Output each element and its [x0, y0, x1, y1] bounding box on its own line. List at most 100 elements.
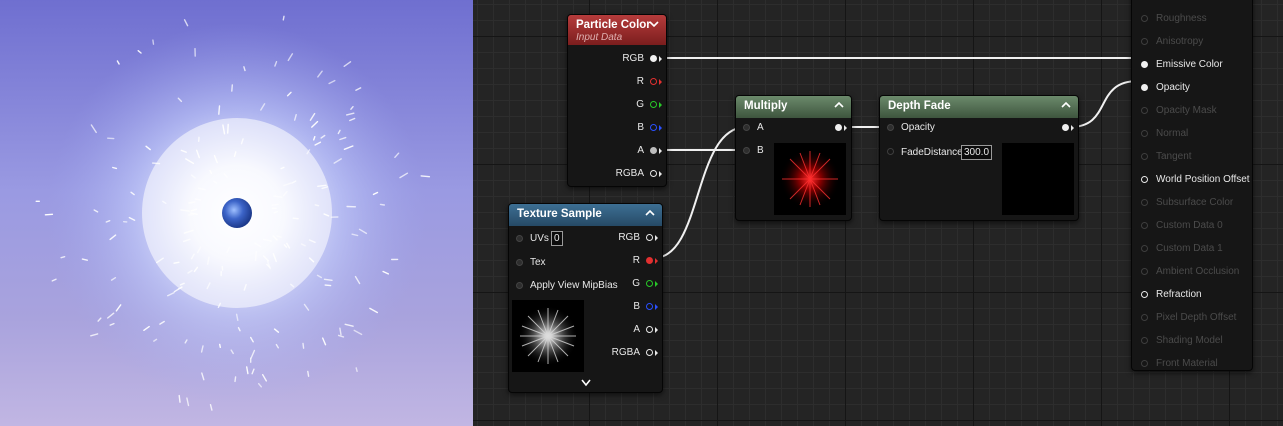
multiply-header[interactable]: Multiply — [736, 96, 851, 118]
result-pixel-depth-offset-pin[interactable] — [1141, 314, 1148, 321]
depth-fade-fadedistance-pin[interactable] — [887, 148, 894, 155]
particle-core — [222, 198, 252, 228]
multiply-output-pin[interactable] — [835, 124, 842, 131]
particle-color-b-label: B — [637, 122, 644, 133]
spark-streak — [178, 394, 181, 403]
spark-streak — [234, 376, 237, 383]
multiply-b-pin[interactable] — [743, 147, 750, 154]
spark-streak — [302, 342, 305, 349]
chevron-up-icon[interactable] — [833, 99, 845, 111]
pin-arrow-icon — [659, 79, 662, 85]
particle-color-title: Particle Color — [576, 19, 651, 31]
depth-fade-opacity-pin[interactable] — [887, 124, 894, 131]
pin-arrow-icon — [659, 56, 662, 62]
chevron-up-icon[interactable] — [1060, 99, 1072, 111]
particle-color-rgb-pin[interactable] — [650, 55, 657, 62]
pin-arrow-icon — [655, 235, 658, 241]
spark-streak — [188, 201, 196, 204]
particle-color-g-pin[interactable] — [650, 101, 657, 108]
texture-sample-rgb-pin[interactable] — [646, 234, 653, 241]
result-opacity-mask-pin[interactable] — [1141, 107, 1148, 114]
result-custom-data-1-pin[interactable] — [1141, 245, 1148, 252]
depth-fade-output-pin[interactable] — [1062, 124, 1069, 131]
result-normal-pin[interactable] — [1141, 130, 1148, 137]
particle-color-rgba-label: RGBA — [615, 168, 644, 179]
spark-streak — [254, 250, 257, 261]
texture-sample-g-pin[interactable] — [646, 280, 653, 287]
texture-sample-b-pin[interactable] — [646, 303, 653, 310]
texture-sample-uvs-value[interactable]: 0 — [551, 231, 563, 246]
pin-arrow-icon — [659, 171, 662, 177]
result-shading-model-label: Shading Model — [1156, 335, 1223, 346]
pin-arrow-icon — [655, 327, 658, 333]
depth-fade-title: Depth Fade — [888, 100, 951, 112]
material-result-node[interactable]: Roughness Anisotropy Emissive Color Opacity… — [1131, 0, 1253, 371]
spark-streak — [218, 343, 222, 348]
spark-streak — [51, 278, 57, 282]
result-front-material-pin[interactable] — [1141, 360, 1148, 367]
texture-sample-tex-pin[interactable] — [516, 259, 523, 266]
result-refraction-pin[interactable] — [1141, 291, 1148, 298]
texture-sample-header[interactable]: Texture Sample — [509, 204, 662, 226]
pin-arrow-icon — [659, 102, 662, 108]
pin-arrow-icon — [659, 125, 662, 131]
spark-streak — [292, 217, 299, 220]
texture-sample-mipbias-pin[interactable] — [516, 282, 523, 289]
spark-streak — [231, 84, 234, 92]
spark-streak — [323, 278, 333, 281]
texture-sample-rgba-label: RGBA — [611, 347, 640, 358]
depth-fade-fadedistance-value[interactable]: 300.0 — [961, 145, 993, 160]
particle-color-header[interactable]: Particle Color Input Data — [568, 15, 666, 45]
particle-color-rgb-label: RGB — [622, 53, 644, 64]
depth-fade-fadedistance-label: FadeDistance — [901, 147, 963, 158]
preview-viewport[interactable] — [0, 0, 473, 426]
spark-streak — [282, 15, 285, 21]
texture-sample-g-label: G — [632, 278, 640, 289]
multiply-a-pin[interactable] — [743, 124, 750, 131]
particle-color-r-pin[interactable] — [650, 78, 657, 85]
result-front-material-label: Front Material — [1156, 358, 1218, 369]
spark-streak — [116, 60, 120, 65]
spark-streak — [271, 203, 279, 206]
spark-streak — [226, 123, 229, 134]
chevron-up-icon[interactable] — [644, 207, 656, 219]
multiply-node[interactable]: Multiply A B — [735, 95, 852, 221]
particle-color-b-pin[interactable] — [650, 124, 657, 131]
texture-sample-a-pin[interactable] — [646, 326, 653, 333]
result-subsurface-color-pin[interactable] — [1141, 199, 1148, 206]
chevron-down-icon[interactable] — [648, 18, 660, 30]
texture-sample-node[interactable]: Texture Sample UVs 0 Tex Apply View MipB… — [508, 203, 663, 393]
result-custom-data-1-label: Custom Data 1 — [1156, 243, 1223, 254]
expand-chevron-icon[interactable] — [580, 378, 592, 388]
multiply-a-label: A — [757, 122, 764, 133]
particle-color-r-label: R — [636, 76, 644, 87]
result-anisotropy-pin[interactable] — [1141, 38, 1148, 45]
spark-streak — [60, 256, 66, 259]
depth-fade-node[interactable]: Depth Fade Opacity FadeDistance 300.0 — [879, 95, 1079, 221]
result-tangent-pin[interactable] — [1141, 153, 1148, 160]
spark-streak — [324, 284, 332, 287]
texture-sample-a-label: A — [633, 324, 640, 335]
particle-effect-preview — [35, 15, 431, 411]
particle-color-subtitle: Input Data — [576, 32, 623, 43]
result-ambient-occlusion-pin[interactable] — [1141, 268, 1148, 275]
depth-fade-header[interactable]: Depth Fade — [880, 96, 1078, 118]
result-roughness-pin[interactable] — [1141, 15, 1148, 22]
material-graph-canvas[interactable]: Particle Color Input Data RGB R G B A RG… — [473, 0, 1283, 426]
result-emissive-color-pin[interactable] — [1141, 61, 1148, 68]
result-opacity-pin[interactable] — [1141, 84, 1148, 91]
particle-color-a-pin[interactable] — [650, 147, 657, 154]
particle-color-a-label: A — [637, 145, 644, 156]
spark-streak — [112, 166, 118, 170]
spark-streak — [186, 397, 190, 407]
texture-sample-uvs-pin[interactable] — [516, 235, 523, 242]
result-world-position-offset-pin[interactable] — [1141, 176, 1148, 183]
result-shading-model-pin[interactable] — [1141, 337, 1148, 344]
spark-streak — [194, 198, 202, 201]
pin-arrow-icon — [1071, 125, 1074, 131]
texture-sample-rgba-pin[interactable] — [646, 349, 653, 356]
texture-sample-r-pin[interactable] — [646, 257, 653, 264]
result-custom-data-0-pin[interactable] — [1141, 222, 1148, 229]
particle-color-rgba-pin[interactable] — [650, 170, 657, 177]
particle-color-node[interactable]: Particle Color Input Data RGB R G B A RG… — [567, 14, 667, 187]
